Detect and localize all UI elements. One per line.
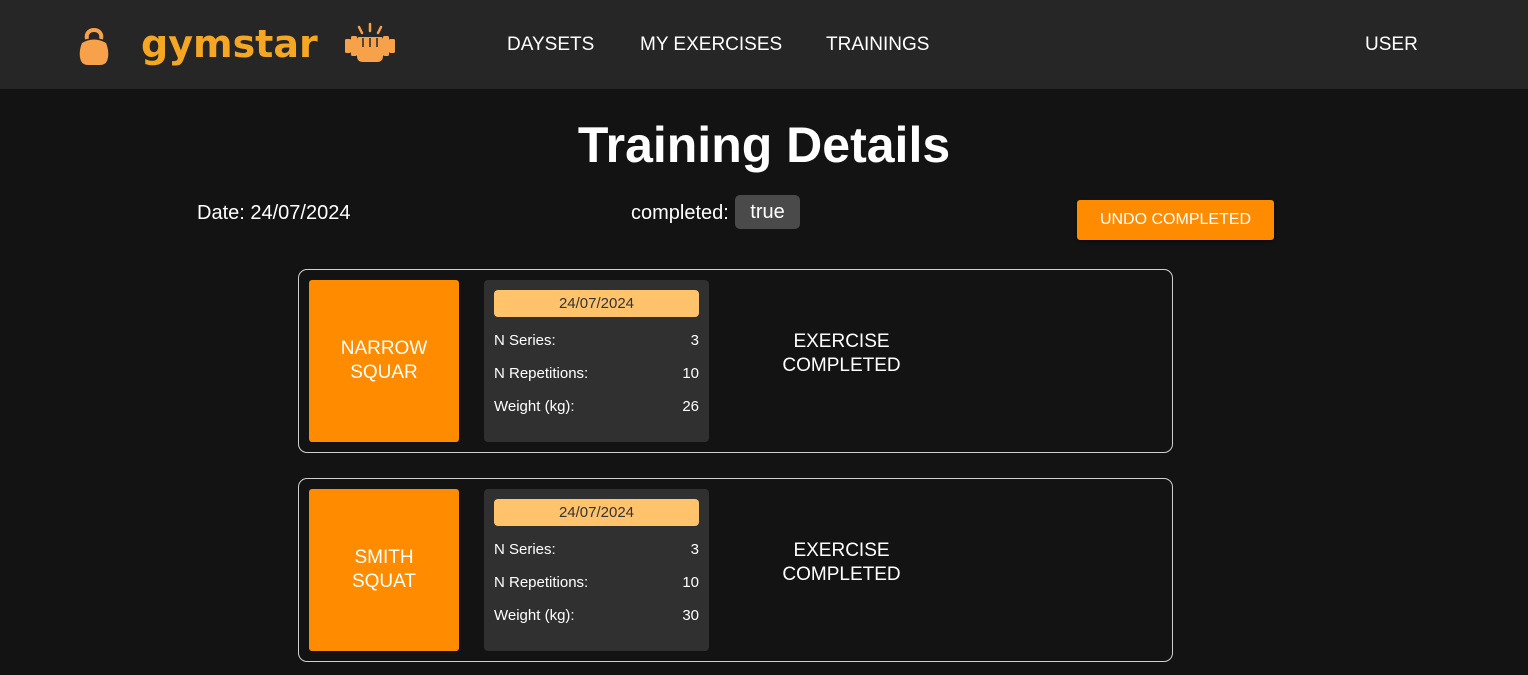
exercise-card: NARROW SQUAR 24/07/2024 N Series: 3 N Re… [298, 269, 1173, 453]
series-value: 3 [690, 541, 699, 558]
undo-completed-button[interactable]: UNDO COMPLETED [1077, 200, 1274, 240]
series-label: N Series: [494, 541, 556, 558]
page-title: Training Details [577, 117, 951, 173]
exercise-stats-panel: 24/07/2024 N Series: 3 N Repetitions: 10… [484, 280, 709, 442]
logo-text[interactable]: gymstar [141, 22, 318, 66]
weight-value: 30 [682, 607, 699, 624]
nav-daysets[interactable]: DAYSETS [507, 34, 594, 56]
exercise-card: SMITH SQUAT 24/07/2024 N Series: 3 N Rep… [298, 478, 1173, 662]
exercise-status: EXERCISE COMPLETED [782, 540, 901, 585]
navbar: gymstar DAYSETS MY EXERCISES TRAININGS U… [0, 0, 1528, 89]
nav-trainings[interactable]: TRAININGS [826, 34, 929, 56]
fist-dumbbell-icon[interactable] [343, 22, 397, 66]
series-value: 3 [690, 332, 699, 349]
exercise-name[interactable]: NARROW SQUAR [309, 280, 459, 442]
weight-label: Weight (kg): [494, 398, 575, 415]
exercise-stats-panel: 24/07/2024 N Series: 3 N Repetitions: 10… [484, 489, 709, 651]
training-date: Date: 24/07/2024 [197, 202, 351, 224]
weight-label: Weight (kg): [494, 607, 575, 624]
exercise-date-badge: 24/07/2024 [494, 290, 699, 317]
stat-row-repetitions: N Repetitions: 10 [494, 364, 699, 384]
completed-status-badge: true [735, 195, 800, 229]
series-label: N Series: [494, 332, 556, 349]
exercise-name[interactable]: SMITH SQUAT [309, 489, 459, 651]
weight-value: 26 [682, 398, 699, 415]
stat-row-series: N Series: 3 [494, 540, 699, 560]
repetitions-value: 10 [682, 574, 699, 591]
repetitions-label: N Repetitions: [494, 574, 589, 591]
exercise-date-badge: 24/07/2024 [494, 499, 699, 526]
completed-label: completed: [631, 202, 729, 224]
exercise-status: EXERCISE COMPLETED [782, 331, 901, 376]
stat-row-series: N Series: 3 [494, 331, 699, 351]
kettlebell-icon[interactable] [76, 23, 112, 65]
stat-row-weight: Weight (kg): 26 [494, 397, 699, 417]
stat-row-weight: Weight (kg): 30 [494, 606, 699, 626]
stat-row-repetitions: N Repetitions: 10 [494, 573, 699, 593]
repetitions-value: 10 [682, 365, 699, 382]
nav-user-menu[interactable]: USER [1365, 34, 1418, 56]
nav-my-exercises[interactable]: MY EXERCISES [640, 34, 782, 56]
repetitions-label: N Repetitions: [494, 365, 589, 382]
